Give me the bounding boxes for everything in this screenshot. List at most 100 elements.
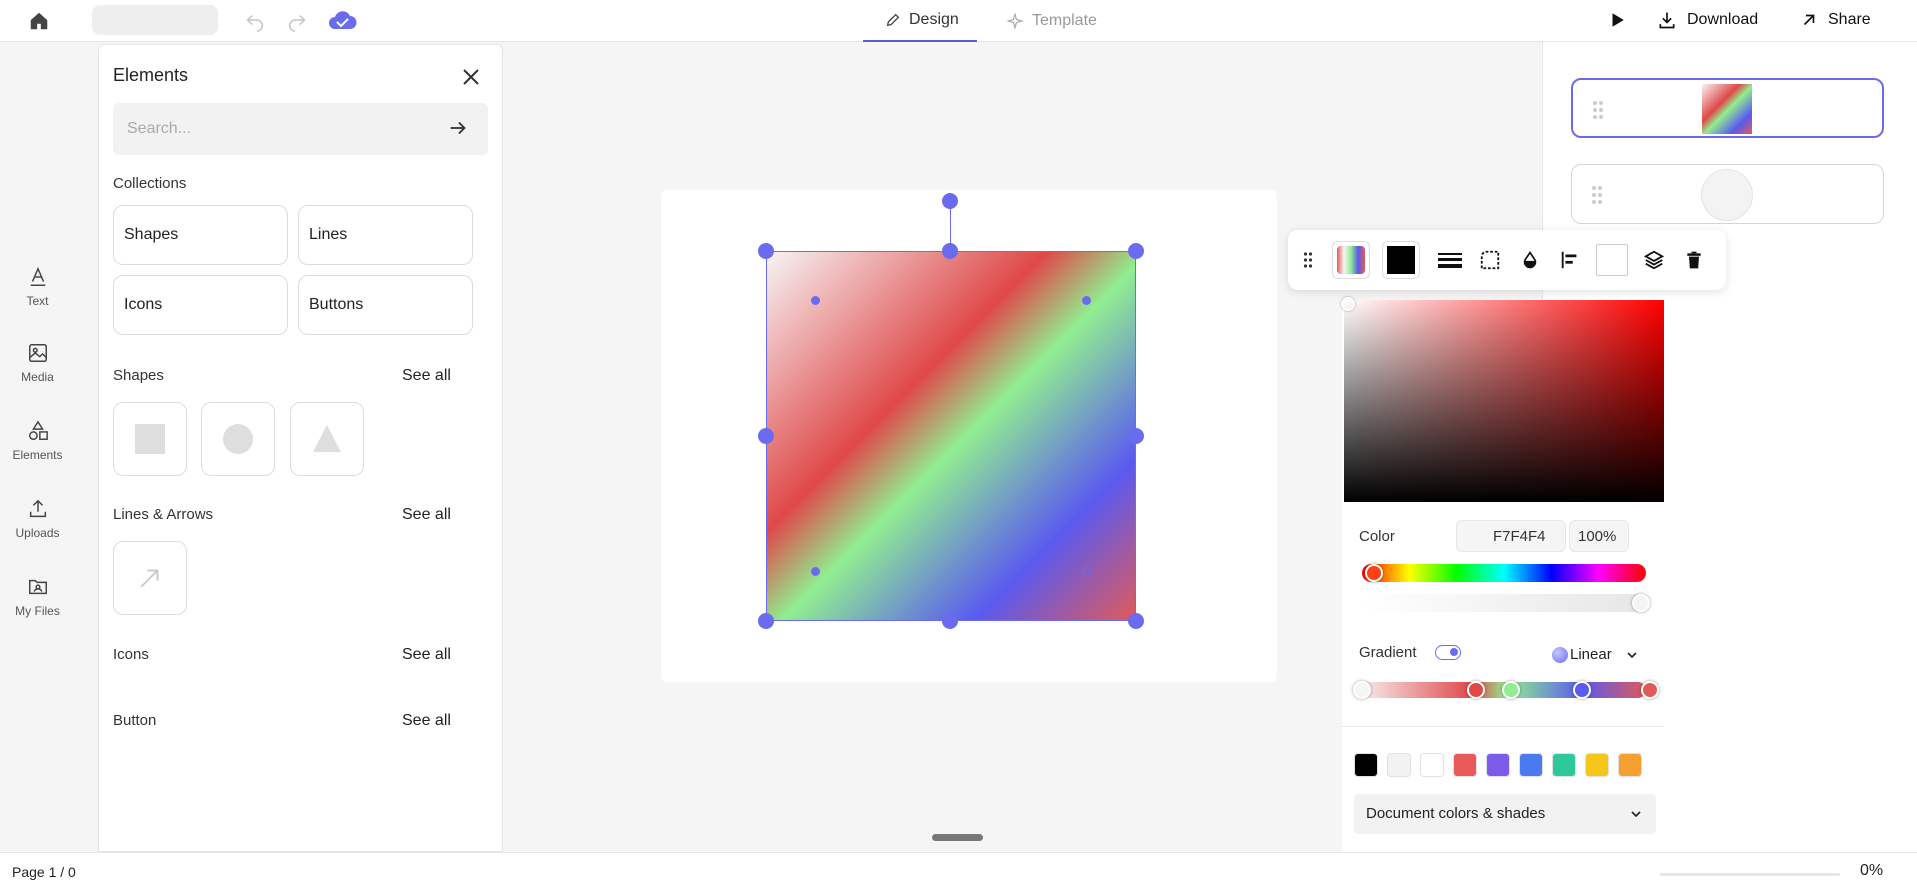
resize-handle-right[interactable] <box>1128 428 1144 444</box>
swatch-light-gray[interactable] <box>1387 753 1411 777</box>
saturation-value-area[interactable] <box>1341 297 1664 502</box>
hue-slider[interactable] <box>1362 564 1646 582</box>
collections-title: Collections <box>113 175 187 192</box>
zoom-slider[interactable] <box>1660 873 1840 876</box>
arrow-line-tile[interactable] <box>113 541 187 615</box>
layers-icon[interactable] <box>1638 244 1670 276</box>
swatch-orange[interactable] <box>1618 753 1642 777</box>
zoom-value: 0% <box>1860 862 1884 879</box>
resize-handle-top-left[interactable] <box>758 243 774 259</box>
shapes-see-all-link[interactable]: See all <box>402 367 451 385</box>
drag-handle-icon[interactable] <box>1590 185 1604 205</box>
stroke-weight-icon[interactable] <box>1434 244 1466 276</box>
resize-handle-top-right[interactable] <box>1128 243 1144 259</box>
resize-handle-bottom-right[interactable] <box>1128 613 1144 629</box>
tab-design[interactable]: Design <box>863 0 977 42</box>
swatch-blue[interactable] <box>1519 753 1543 777</box>
swatch-white[interactable] <box>1420 753 1444 777</box>
corner-radius-handle[interactable] <box>1082 296 1091 305</box>
document-colors-dropdown[interactable]: Document colors & shades <box>1354 794 1656 834</box>
toolbar-drag-icon[interactable] <box>1292 244 1324 276</box>
resize-handle-bottom[interactable] <box>942 613 958 629</box>
rail-item-elements[interactable]: Elements <box>0 420 75 462</box>
collection-icons[interactable]: Icons <box>113 275 288 335</box>
swatch-purple[interactable] <box>1486 753 1510 777</box>
download-button[interactable]: Download <box>1657 0 1758 40</box>
circle-shape-tile[interactable] <box>201 402 275 476</box>
collection-buttons[interactable]: Buttons <box>298 275 473 335</box>
redo-icon[interactable] <box>284 8 310 34</box>
arrow-right-icon[interactable] <box>447 117 471 141</box>
triangle-icon <box>313 425 341 452</box>
gradient-toggle[interactable] <box>1435 645 1461 660</box>
share-label: Share <box>1828 11 1871 28</box>
gradient-stop[interactable] <box>1641 681 1659 699</box>
button-section-title: Button <box>113 712 157 729</box>
play-button[interactable] <box>1608 0 1626 40</box>
saturation-thumb[interactable] <box>1341 297 1355 311</box>
gradient-stop[interactable] <box>1573 681 1591 699</box>
rail-item-label: My Files <box>15 604 60 618</box>
home-icon[interactable] <box>26 8 52 34</box>
swatch-green[interactable] <box>1552 753 1576 777</box>
resize-handle-bottom-left[interactable] <box>758 613 774 629</box>
rail-item-uploads[interactable]: Uploads <box>0 498 75 540</box>
document-name-field[interactable] <box>92 5 218 35</box>
upload-icon <box>29 499 46 518</box>
gradient-stop[interactable] <box>1467 681 1485 699</box>
gradient-rectangle[interactable] <box>766 251 1136 621</box>
corner-radius-icon[interactable] <box>1474 244 1506 276</box>
stroke-color-button[interactable] <box>1382 241 1420 279</box>
align-left-icon[interactable] <box>1554 244 1586 276</box>
delete-icon[interactable] <box>1678 244 1710 276</box>
rail-item-my-files[interactable]: My Files <box>0 576 75 618</box>
alpha-thumb[interactable] <box>1632 594 1650 612</box>
swatch-red[interactable] <box>1453 753 1477 777</box>
page-thumbnail-1[interactable] <box>1571 78 1884 138</box>
collection-lines[interactable]: Lines <box>298 205 473 265</box>
opacity-icon[interactable] <box>1514 244 1546 276</box>
fill-color-button[interactable] <box>1332 241 1370 279</box>
close-icon[interactable] <box>459 65 483 89</box>
hue-thumb[interactable] <box>1365 564 1383 582</box>
corner-radius-handle[interactable] <box>811 567 820 576</box>
gradient-type-dropdown[interactable]: Linear <box>1552 646 1642 663</box>
undo-icon[interactable] <box>242 8 268 34</box>
play-icon <box>1612 13 1624 27</box>
shadow-color-button[interactable] <box>1596 244 1628 276</box>
swatch-black[interactable] <box>1354 753 1378 777</box>
corner-radius-handle[interactable] <box>811 296 820 305</box>
share-button[interactable]: Share <box>1800 0 1871 40</box>
square-icon <box>135 424 165 454</box>
collection-shapes[interactable]: Shapes <box>113 205 288 265</box>
triangle-shape-tile[interactable] <box>290 402 364 476</box>
corner-radius-handle[interactable] <box>1082 567 1091 576</box>
rail-item-media[interactable]: Media <box>0 342 75 384</box>
icons-section-title: Icons <box>113 646 149 663</box>
resize-handle-left[interactable] <box>758 428 774 444</box>
resize-handle-top[interactable] <box>942 243 958 259</box>
chevron-down-icon <box>1631 811 1641 818</box>
canvas-scroll-handle[interactable] <box>932 834 983 841</box>
search-input[interactable] <box>127 117 427 141</box>
hex-input[interactable]: F7F4F4 <box>1456 520 1566 552</box>
rotate-handle[interactable] <box>942 193 958 209</box>
button-see-all-link[interactable]: See all <box>402 712 451 730</box>
gradient-stops-bar[interactable] <box>1356 682 1646 698</box>
rail-item-text[interactable]: Text <box>0 266 75 308</box>
icons-see-all-link[interactable]: See all <box>402 646 451 664</box>
alpha-slider[interactable] <box>1362 594 1646 612</box>
gradient-stop[interactable] <box>1353 681 1371 699</box>
shapes-section-title: Shapes <box>113 367 164 384</box>
swatch-yellow[interactable] <box>1585 753 1609 777</box>
drag-handle-icon[interactable] <box>1591 100 1605 120</box>
gradient-stop[interactable] <box>1502 681 1520 699</box>
lines-see-all-link[interactable]: See all <box>402 506 451 524</box>
page-thumbnail-2[interactable] <box>1571 164 1884 224</box>
chevron-down-icon <box>1627 651 1637 658</box>
tab-template[interactable]: Template <box>1006 0 1126 42</box>
square-shape-tile[interactable] <box>113 402 187 476</box>
opacity-input[interactable]: 100% <box>1569 520 1629 552</box>
media-icon <box>28 344 47 362</box>
toggle-knob <box>1450 648 1458 656</box>
